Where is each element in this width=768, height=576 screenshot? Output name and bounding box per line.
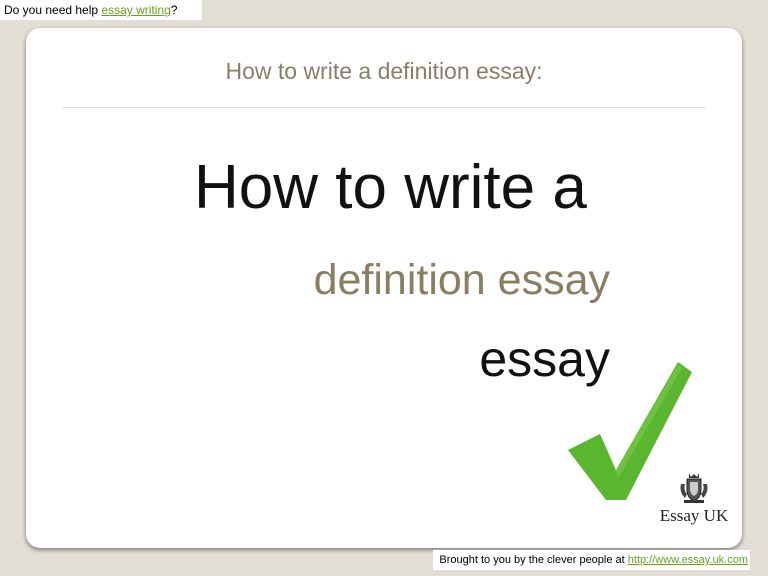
- top-banner-prefix: Do you need help: [4, 3, 102, 17]
- top-banner-suffix: ?: [170, 3, 178, 17]
- top-banner: Do you need help essay writing?: [0, 0, 202, 20]
- slide-title: How to write a definition essay:: [225, 58, 543, 84]
- crest-icon: [680, 473, 708, 503]
- logo-text: Essay UK: [659, 506, 729, 525]
- title-divider: [62, 107, 706, 108]
- essay-uk-link[interactable]: http://www.essay.uk.com: [628, 554, 748, 566]
- essay-uk-logo: Essay UK: [646, 470, 742, 532]
- essay-writing-link[interactable]: essay writing: [101, 3, 170, 17]
- bottom-banner: Brought to you by the clever people at h…: [433, 550, 750, 570]
- headline-line-2: definition essay: [313, 256, 610, 304]
- slide-card: How to write a definition essay: How to …: [26, 28, 742, 548]
- bottom-banner-prefix: Brought to you by the clever people at: [439, 554, 628, 566]
- headline-line-1: How to write a: [194, 153, 587, 222]
